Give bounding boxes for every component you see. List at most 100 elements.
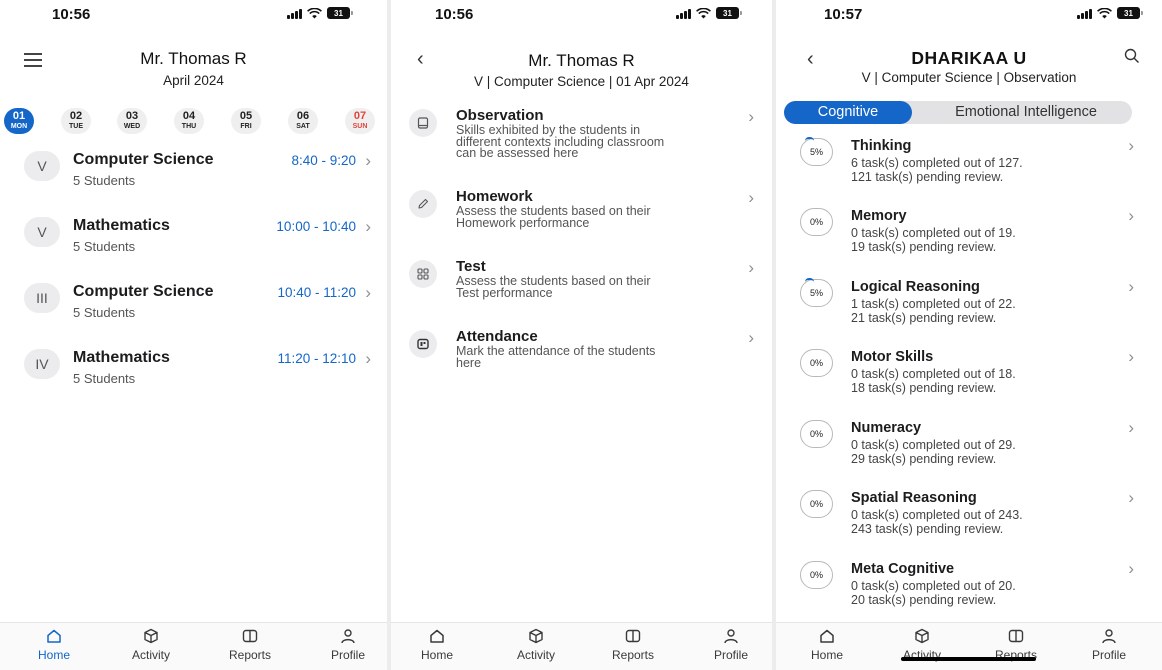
chevron-right-icon: › <box>365 217 371 236</box>
page-title: Mr. Thomas R <box>528 51 635 70</box>
student-skills-screen: 10:57 31 ‹ DHARIKAA U V | Computer Scien… <box>776 0 1162 670</box>
status-time: 10:56 <box>52 6 91 23</box>
chevron-right-icon: › <box>365 283 371 302</box>
status-bar: 10:57 31 <box>776 5 1162 25</box>
nav-home[interactable]: Home <box>792 627 862 662</box>
home-icon <box>47 629 61 643</box>
chevron-right-icon: › <box>1128 206 1134 225</box>
pending-text: 243 task(s) pending review. <box>851 522 1004 536</box>
profile-icon <box>1102 629 1116 644</box>
day-tue[interactable]: 02 TUE <box>61 108 91 134</box>
pending-text: 19 task(s) pending review. <box>851 240 997 254</box>
book-icon <box>242 629 258 643</box>
completed-text: 0 task(s) completed out of 20. <box>851 579 1016 593</box>
chevron-right-icon: › <box>1128 418 1134 437</box>
completed-text: 1 task(s) completed out of 22. <box>851 297 1016 311</box>
progress-ring: 5% <box>800 278 833 307</box>
day-fri[interactable]: 05 FRI <box>231 108 261 134</box>
grade-badge: V <box>24 151 60 181</box>
class-item[interactable]: IV Mathematics 5 Students 11:20 - 12:10 … <box>0 349 387 399</box>
nav-profile[interactable]: Profile <box>1074 627 1144 662</box>
assessment-options-screen: 10:56 31 ‹ Mr. Thomas R V | Computer Sci… <box>391 0 772 670</box>
segment-control: Cognitive Emotional Intelligence <box>784 101 1132 124</box>
status-icons: 31 <box>676 7 742 19</box>
nav-profile[interactable]: Profile <box>696 627 766 662</box>
class-subject: Computer Science <box>73 283 214 300</box>
day-strip: 01 MON 02 TUE 03 WED 04 THU 05 FRI 06 SAT 07 SU… <box>4 108 387 134</box>
option-test[interactable]: Test Assess the students based on their … <box>391 258 772 318</box>
skill-item[interactable]: 5% Logical Reasoning 1 task(s) completed… <box>776 277 1162 343</box>
nav-reports[interactable]: Reports <box>215 627 285 662</box>
pencil-icon <box>409 190 437 218</box>
day-wed[interactable]: 03 WED <box>117 108 147 134</box>
nav-activity[interactable]: Activity <box>116 627 186 662</box>
search-icon[interactable] <box>1124 48 1140 64</box>
class-time: 8:40 - 9:20 <box>291 153 356 168</box>
option-description: Assess the students based on their Homew… <box>456 204 651 230</box>
chevron-right-icon: › <box>1128 488 1134 507</box>
class-item[interactable]: V Mathematics 5 Students 10:00 - 10:40 › <box>0 217 387 267</box>
signal-icon <box>1077 8 1092 19</box>
option-attendance[interactable]: Attendance Mark the attendance of the st… <box>391 328 772 388</box>
completed-text: 0 task(s) completed out of 243. <box>851 508 1023 522</box>
nav-profile[interactable]: Profile <box>313 627 383 662</box>
progress-ring: 0% <box>800 561 833 589</box>
status-time: 10:56 <box>435 6 474 23</box>
chevron-right-icon: › <box>748 188 754 207</box>
status-bar: 10:56 31 <box>391 5 772 25</box>
skill-item[interactable]: 0% Meta Cognitive 0 task(s) completed ou… <box>776 559 1162 625</box>
tab-emotional-intelligence[interactable]: Emotional Intelligence <box>920 101 1132 124</box>
nav-reports[interactable]: Reports <box>598 627 668 662</box>
class-item[interactable]: V Computer Science 5 Students 8:40 - 9:2… <box>0 151 387 201</box>
skill-name: Logical Reasoning <box>851 279 980 295</box>
cube-icon <box>529 628 543 644</box>
student-count: 5 Students <box>73 371 136 386</box>
cube-icon <box>915 628 929 644</box>
pending-text: 29 task(s) pending review. <box>851 452 997 466</box>
day-sun[interactable]: 07 SUN <box>345 108 375 134</box>
grade-badge: IV <box>24 349 60 379</box>
day-mon[interactable]: 01 MON <box>4 108 34 134</box>
option-observation[interactable]: Observation Skills exhibited by the stud… <box>391 107 772 167</box>
option-homework[interactable]: Homework Assess the students based on th… <box>391 188 772 248</box>
chevron-right-icon: › <box>1128 136 1134 155</box>
chevron-right-icon: › <box>365 349 371 368</box>
progress-ring: 0% <box>800 490 833 518</box>
profile-icon <box>341 629 355 644</box>
student-count: 5 Students <box>73 239 136 254</box>
skill-item[interactable]: 0% Numeracy 0 task(s) completed out of 2… <box>776 418 1162 484</box>
progress-arc <box>805 137 814 141</box>
class-subject: Mathematics <box>73 217 170 234</box>
book-icon <box>409 109 437 137</box>
month-label: April 2024 <box>163 73 224 88</box>
nav-home[interactable]: Home <box>19 627 89 662</box>
home-indicator <box>901 657 1036 661</box>
tab-cognitive[interactable]: Cognitive <box>784 101 912 124</box>
progress-ring: 0% <box>800 420 833 448</box>
chevron-right-icon: › <box>1128 559 1134 578</box>
grid-icon <box>409 260 437 288</box>
class-item[interactable]: III Computer Science 5 Students 10:40 - … <box>0 283 387 333</box>
home-icon <box>430 629 444 643</box>
nav-activity[interactable]: Activity <box>501 627 571 662</box>
wifi-icon <box>1097 7 1112 18</box>
cube-icon <box>144 628 158 644</box>
day-thu[interactable]: 04 THU <box>174 108 204 134</box>
nav-home[interactable]: Home <box>402 627 472 662</box>
skill-item[interactable]: 5% Thinking 6 task(s) completed out of 1… <box>776 136 1162 202</box>
skill-item[interactable]: 0% Spatial Reasoning 0 task(s) completed… <box>776 488 1162 554</box>
option-title: Observation <box>456 107 544 124</box>
wifi-icon <box>696 7 711 18</box>
signal-icon <box>676 8 691 19</box>
skill-name: Thinking <box>851 138 912 154</box>
home-icon <box>820 629 834 643</box>
class-subject: Mathematics <box>73 349 170 366</box>
class-subject: Computer Science <box>73 151 214 168</box>
bottom-nav: Home Activity Reports Profile <box>0 622 387 670</box>
skill-item[interactable]: 0% Motor Skills 0 task(s) completed out … <box>776 347 1162 413</box>
status-bar: 10:56 31 <box>0 5 387 25</box>
completed-text: 0 task(s) completed out of 19. <box>851 226 1016 240</box>
day-sat[interactable]: 06 SAT <box>288 108 318 134</box>
skill-item[interactable]: 0% Memory 0 task(s) completed out of 19.… <box>776 206 1162 272</box>
chevron-right-icon: › <box>1128 347 1134 366</box>
